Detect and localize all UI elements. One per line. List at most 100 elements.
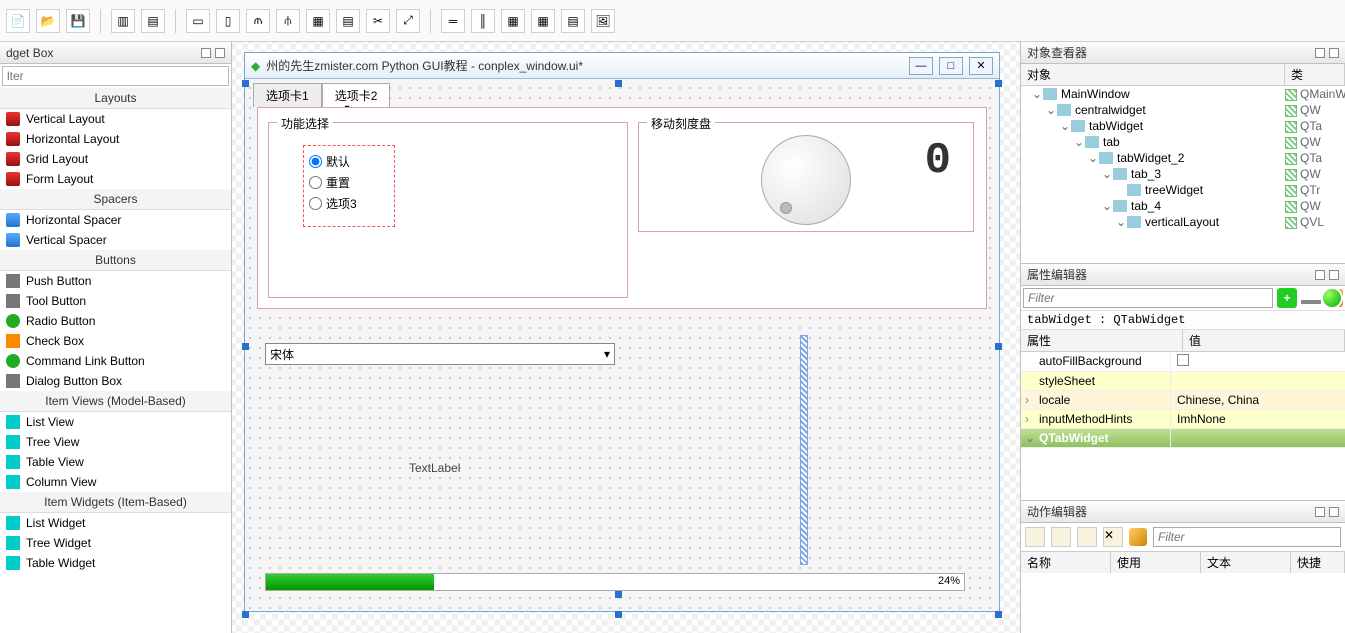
widget-item[interactable]: List View [0,412,231,432]
act-col-name[interactable]: 名称 [1021,552,1111,573]
widget-item[interactable]: Dialog Button Box [0,371,231,391]
tb-grid2-icon[interactable]: ▦ [501,9,525,33]
maximize-button[interactable]: □ [939,57,963,75]
tb-layout-v-icon[interactable]: ▯ [216,9,240,33]
tree-twisty-icon[interactable]: ⌄ [1059,119,1071,133]
widget-item[interactable]: Tree Widget [0,533,231,553]
prop-value[interactable] [1171,352,1345,371]
tree-row[interactable]: ⌄MainWindowQMainW [1021,86,1345,102]
tree-twisty-icon[interactable]: ⌄ [1115,215,1127,229]
expand-icon[interactable]: › [1025,412,1029,426]
minimize-button[interactable]: — [909,57,933,75]
tab-1[interactable]: 选项卡1 [253,83,322,107]
tree-twisty-icon[interactable]: ⌄ [1101,167,1113,181]
action-new-icon[interactable] [1025,527,1045,547]
widget-list[interactable]: LayoutsVertical LayoutHorizontal LayoutG… [0,88,231,633]
action-delete-icon[interactable]: ✕ [1103,527,1123,547]
widget-item[interactable]: Tree View [0,432,231,452]
tab-2[interactable]: 选项卡2 [322,83,391,107]
tb-bring-front-icon[interactable]: ▤ [141,9,165,33]
pe-close-icon[interactable] [1329,270,1339,280]
tree-row[interactable]: ⌄tab_3QW [1021,166,1345,182]
tree-row[interactable]: ⌄centralwidgetQW [1021,102,1345,118]
action-configure-icon[interactable] [1129,528,1147,546]
tb-form2-icon[interactable]: ▤ [561,9,585,33]
tb-adjust-size-icon[interactable]: ⤢ [396,9,420,33]
group-header[interactable]: Spacers [0,189,231,210]
widget-item[interactable]: Table View [0,452,231,472]
tb-preview-icon[interactable]: 🖼 [591,9,615,33]
property-row[interactable]: ›inputMethodHintsImhNone [1021,410,1345,429]
property-filter-input[interactable] [1023,288,1273,308]
widget-item[interactable]: Horizontal Spacer [0,210,231,230]
action-paste-icon[interactable] [1077,527,1097,547]
tb-grid3-icon[interactable]: ▦ [531,9,555,33]
widget-item[interactable]: Table Widget [0,553,231,573]
tb-layout-hs-icon[interactable]: ⫙ [246,9,270,33]
groupbox-dial[interactable]: 移动刻度盘 0 [638,122,974,232]
group-header[interactable]: Layouts [0,88,231,109]
ae-float-icon[interactable] [1315,507,1325,517]
tb-send-back-icon[interactable]: ▥ [111,9,135,33]
tree-twisty-icon[interactable]: ⌄ [1101,199,1113,213]
expand-icon[interactable]: ⌄ [1025,431,1035,445]
group-header[interactable]: Item Widgets (Item-Based) [0,492,231,513]
widget-filter-input[interactable] [2,66,229,86]
tree-twisty-icon[interactable]: ⌄ [1045,103,1057,117]
tree-twisty-icon[interactable]: ⌄ [1031,87,1043,101]
tb-layout-grid-icon[interactable]: ▦ [306,9,330,33]
remove-property-button[interactable] [1301,300,1321,304]
widget-item[interactable]: Tool Button [0,291,231,311]
widget-item[interactable]: Vertical Layout [0,109,231,129]
tb-layout-vs-icon[interactable]: ⫛ [276,9,300,33]
tab-content-area[interactable]: 功能选择 默认重置选项3 移动刻度盘 0 [257,107,987,309]
widget-item[interactable]: Push Button [0,271,231,291]
tree-twisty-icon[interactable]: ⌄ [1073,135,1085,149]
close-button[interactable]: ✕ [969,57,993,75]
pe-float-icon[interactable] [1315,270,1325,280]
text-label[interactable]: TextLabel [409,461,460,475]
tree-col-class[interactable]: 类 [1285,64,1345,85]
add-dynamic-property-button[interactable]: + [1277,288,1297,308]
prop-col-name[interactable]: 属性 [1021,330,1183,351]
tree-row[interactable]: ⌄tab_4QW [1021,198,1345,214]
widget-item[interactable]: Vertical Spacer [0,230,231,250]
oi-close-icon[interactable] [1329,48,1339,58]
widget-item[interactable]: Grid Layout [0,149,231,169]
widget-item[interactable]: Command Link Button [0,351,231,371]
prop-value[interactable] [1171,429,1345,447]
tree-row[interactable]: ⌄verticalLayoutQVL [1021,214,1345,230]
vertical-spacer[interactable] [800,335,808,565]
widget-item[interactable]: Form Layout [0,169,231,189]
widget-item[interactable]: Check Box [0,331,231,351]
dock-float-icon[interactable] [201,48,211,58]
action-filter-input[interactable] [1153,527,1341,547]
action-copy-icon[interactable] [1051,527,1071,547]
checkbox[interactable] [1177,354,1189,366]
font-combobox[interactable]: 宋体 ▾ [265,343,615,365]
tb-vlayout2-icon[interactable]: ║ [471,9,495,33]
prop-value[interactable]: Chinese, China [1171,391,1345,409]
group-header[interactable]: Buttons [0,250,231,271]
tree-row[interactable]: treeWidgetQTr [1021,182,1345,198]
tree-row[interactable]: ⌄tabWidget_2QTa [1021,150,1345,166]
property-row[interactable]: ⌄QTabWidget [1021,429,1345,448]
tb-layout-h-icon[interactable]: ▭ [186,9,210,33]
tree-row[interactable]: ⌄tabWidgetQTa [1021,118,1345,134]
design-surface[interactable]: 选项卡1 选项卡2 ↖ 功能选择 默认重置选项3 移动刻度盘 [245,83,999,615]
property-row[interactable]: styleSheet [1021,372,1345,391]
prop-col-value[interactable]: 值 [1183,330,1345,351]
dock-close-icon[interactable] [215,48,225,58]
act-col-shortcut[interactable]: 快捷 [1291,552,1345,573]
groupbox-function-select[interactable]: 功能选择 默认重置选项3 [268,122,628,298]
group-header[interactable]: Item Views (Model-Based) [0,391,231,412]
expand-icon[interactable]: › [1025,393,1029,407]
act-col-used[interactable]: 使用 [1111,552,1201,573]
tb-open-icon[interactable]: 📂 [36,9,60,33]
subwindow-titlebar[interactable]: ◆ 州的先生zmister.com Python GUI教程 - conplex… [245,53,999,79]
tree-col-object[interactable]: 对象 [1021,64,1285,85]
tree-row[interactable]: ⌄tabQW [1021,134,1345,150]
progress-bar[interactable]: 24% [265,573,965,591]
tree-twisty-icon[interactable]: ⌄ [1087,151,1099,165]
widget-item[interactable]: Column View [0,472,231,492]
